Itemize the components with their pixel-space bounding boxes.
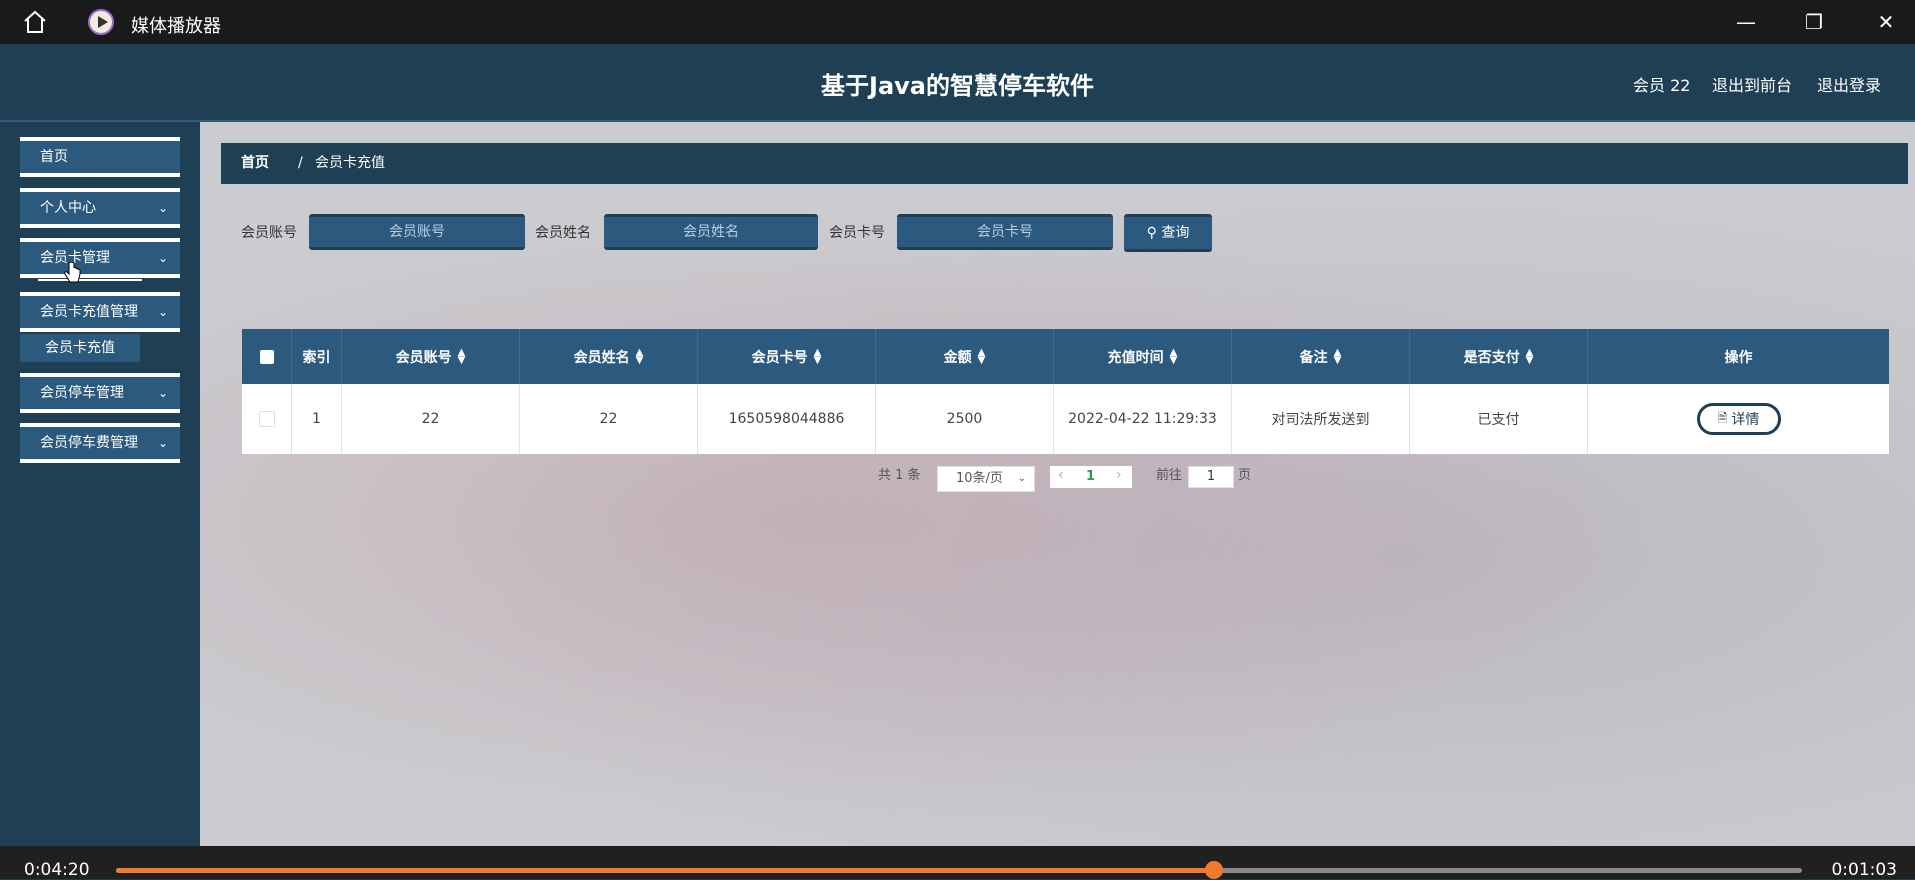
cell-account: 22 (342, 384, 520, 454)
table-header: 索引 会员账号 ▲ ▼ 会员姓名 ▲ ▼ 会员卡号 ▲ ▼ 金额 ▲ ▼ 充值时间 ▲ ▼ 备注 ▲ ▼… (242, 329, 1889, 384)
breadcrumb-home[interactable]: 首页 (241, 143, 269, 184)
media-player-logo-icon (88, 9, 114, 35)
header-index: 索引 (292, 329, 342, 384)
sidebar-item-parking-management[interactable]: 会员停车管理 ⌄ (20, 373, 180, 413)
chevron-down-icon: ⌄ (157, 251, 168, 265)
chevron-down-icon: ⌄ (157, 305, 168, 319)
header-action: 操作 (1724, 349, 1753, 366)
card-search-input[interactable] (897, 214, 1113, 250)
page-number-current[interactable]: 1 (1086, 469, 1095, 484)
prev-page-icon[interactable]: ‹ (1058, 467, 1064, 483)
page-suffix: 页 (1238, 468, 1252, 483)
sort-icon[interactable]: ▲ ▼ (1170, 347, 1178, 365)
row-select-cell (242, 384, 292, 454)
header-name[interactable]: 会员姓名 ▲ ▼ (520, 329, 698, 384)
cell-time: 2022-04-22 11:29:33 (1054, 384, 1232, 454)
goto-page-input[interactable]: 1 (1188, 466, 1234, 488)
select-all-cell (242, 329, 292, 384)
account-search-input[interactable] (309, 214, 525, 250)
cell-name: 22 (520, 384, 698, 454)
total-time: 0:01:03 (1831, 860, 1897, 880)
sidebar-subitem-card-recharge[interactable]: 会员卡充值 (20, 334, 140, 362)
current-time: 0:04:20 (24, 860, 90, 880)
seek-handle[interactable] (1204, 861, 1223, 879)
user-label: 会员 22 (1633, 76, 1691, 95)
cell-action: 🗎 详情 (1588, 384, 1889, 454)
header-card[interactable]: 会员卡号 ▲ ▼ (698, 329, 876, 384)
page-size-select[interactable]: 10条/页 ⌄ (937, 466, 1035, 492)
select-all-checkbox[interactable] (259, 349, 274, 364)
chevron-down-icon: ⌄ (157, 386, 168, 400)
search-icon: ⚲ (1146, 225, 1157, 241)
minimize-icon[interactable]: — (1732, 10, 1760, 34)
table-row: 1 22 22 1650598044886 2500 2022-04-22 11… (242, 384, 1889, 454)
account-label: 会员账号 (241, 225, 297, 241)
cell-paid: 已支付 (1410, 384, 1588, 454)
sort-icon[interactable]: ▲ ▼ (1526, 347, 1534, 365)
close-icon[interactable]: ✕ (1872, 10, 1900, 34)
logout-link[interactable]: 退出登录 (1817, 72, 1881, 96)
sidebar-item-card-recharge-management[interactable]: 会员卡充值管理 ⌄ (20, 292, 180, 332)
chevron-down-icon: ⌄ (157, 436, 168, 450)
sort-icon[interactable]: ▲ ▼ (458, 347, 466, 365)
header-paid[interactable]: 是否支付 ▲ ▼ (1410, 329, 1588, 384)
page-size-value: 10条/页 (956, 471, 1003, 486)
card-label: 会员卡号 (829, 225, 885, 241)
seek-bar[interactable] (116, 861, 1802, 879)
header-time[interactable]: 充值时间 ▲ ▼ (1054, 329, 1232, 384)
app-header: 基于Java的智慧停车软件 会员 22 退出到前台 退出登录 (0, 44, 1915, 122)
name-search-input[interactable] (604, 214, 818, 250)
sidebar-item-personal-center[interactable]: 个人中心 ⌄ (20, 188, 180, 228)
breadcrumb: 首页 / 会员卡充值 (221, 143, 1908, 184)
pagination-total: 共 1 条 (878, 468, 921, 483)
breadcrumb-separator: / (298, 155, 303, 171)
sort-icon[interactable]: ▲ ▼ (814, 347, 822, 365)
player-app-name: 媒体播放器 (131, 16, 221, 37)
header-remark[interactable]: 备注 ▲ ▼ (1232, 329, 1410, 384)
sort-icon[interactable]: ▲ ▼ (636, 347, 644, 365)
chevron-down-icon: ⌄ (1017, 473, 1026, 484)
row-checkbox[interactable] (258, 411, 275, 427)
exit-to-front-link[interactable]: 退出到前台 (1712, 72, 1792, 96)
home-icon[interactable] (22, 10, 48, 34)
sidebar-item-label: 会员卡充值管理 (40, 304, 138, 320)
restore-icon[interactable]: ❐ (1800, 10, 1828, 34)
sidebar-item-label: 首页 (40, 149, 68, 165)
chevron-down-icon: ⌄ (157, 201, 168, 215)
document-icon: 🗎 (1717, 410, 1728, 425)
player-title-bar: 媒体播放器 — ❐ ✕ (0, 0, 1915, 44)
player-controls: 0:04:20 0:01:03 (0, 846, 1915, 880)
sidebar-item-card-management[interactable]: 会员卡管理 ⌄ (20, 238, 180, 278)
sidebar: 首页 个人中心 ⌄ 会员卡管理 ⌄ 会员卡充值管理 ⌄ 会员卡充值 会员停车管理… (0, 122, 200, 846)
cell-index: 1 (292, 384, 342, 454)
sort-icon[interactable]: ▲ ▼ (978, 347, 986, 365)
sidebar-item-label: 个人中心 (40, 200, 96, 216)
sidebar-item-home[interactable]: 首页 (20, 137, 180, 177)
name-label: 会员姓名 (535, 225, 591, 241)
app-title: 基于Java的智慧停车软件 (821, 72, 1094, 100)
detail-button-label: 详情 (1731, 412, 1760, 428)
detail-button[interactable]: 🗎 详情 (1696, 403, 1781, 435)
main-content: 首页 / 会员卡充值 会员账号 会员姓名 会员卡号 ⚲ 查询 索引 会员账号▲▼… (200, 122, 1915, 846)
divider (38, 279, 142, 281)
query-button[interactable]: ⚲ 查询 (1124, 214, 1212, 252)
query-button-label: 查询 (1161, 225, 1190, 241)
header-account[interactable]: 会员账号 ▲ ▼ (342, 329, 520, 384)
pagination-nav: ‹ 1 › (1050, 466, 1132, 488)
seek-bar-progress (116, 868, 1214, 873)
cell-amount: 2500 (876, 384, 1054, 454)
cell-remark: 对司法所发送到 (1232, 384, 1410, 454)
cell-card: 1650598044886 (698, 384, 876, 454)
breadcrumb-current: 会员卡充值 (315, 155, 385, 171)
header-amount[interactable]: 金额 ▲ ▼ (876, 329, 1054, 384)
hand-cursor-icon (64, 262, 81, 283)
sort-icon[interactable]: ▲ ▼ (1334, 347, 1342, 365)
next-page-icon[interactable]: › (1116, 467, 1122, 483)
goto-label: 前往 (1156, 468, 1183, 483)
sidebar-item-label: 会员停车费管理 (40, 435, 138, 451)
sidebar-item-parking-fee-management[interactable]: 会员停车费管理 ⌄ (20, 423, 180, 463)
sidebar-item-label: 会员停车管理 (40, 385, 124, 401)
